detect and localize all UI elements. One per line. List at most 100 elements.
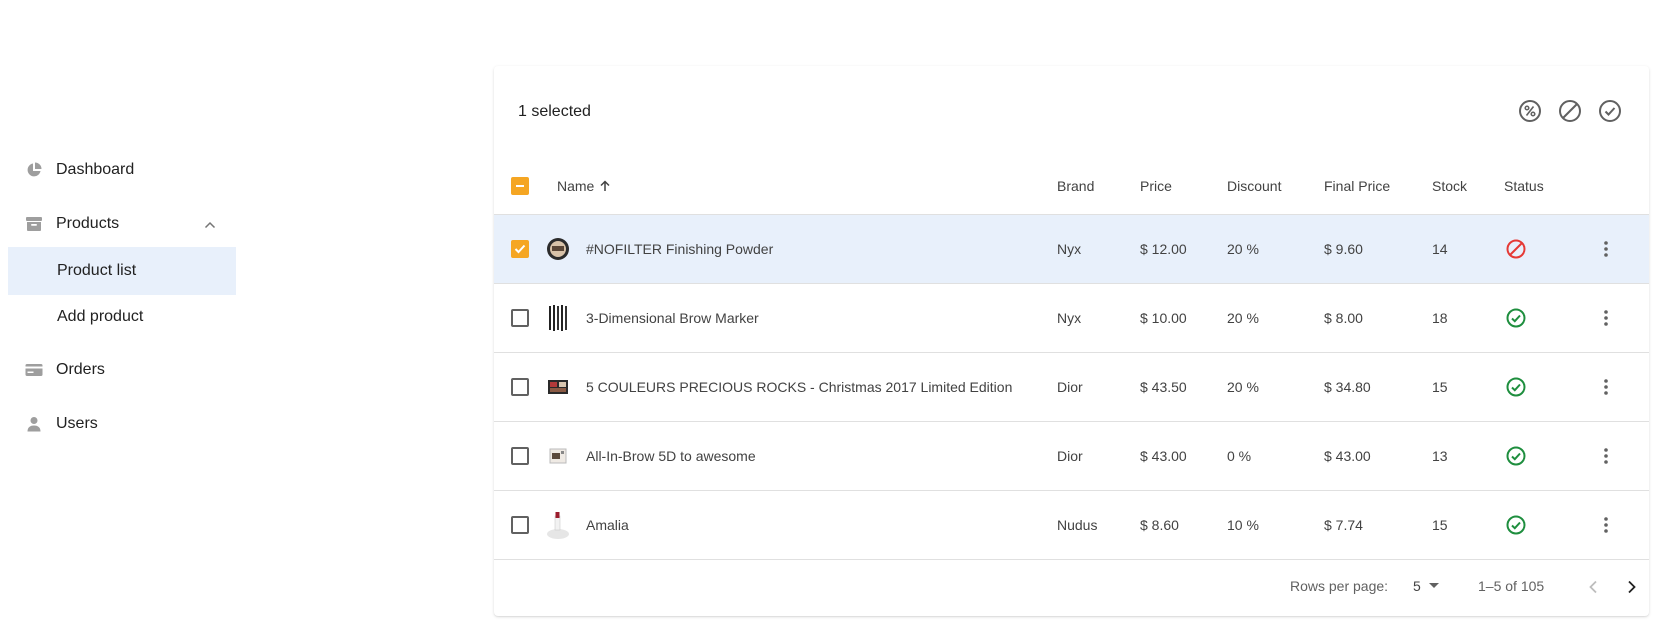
- sidebar-item-products[interactable]: Products: [8, 201, 236, 247]
- product-brand: Dior: [1057, 379, 1083, 395]
- product-discount: 20 %: [1227, 310, 1259, 326]
- product-name: 3-Dimensional Brow Marker: [586, 310, 759, 326]
- chevron-left-icon: [1588, 580, 1598, 594]
- product-price: $ 8.60: [1140, 517, 1179, 533]
- status-active-icon: [1506, 446, 1526, 466]
- table-row[interactable]: All-In-Brow 5D to awesome Dior $ 43.00 0…: [494, 422, 1649, 491]
- product-discount: 0 %: [1227, 448, 1252, 464]
- sidebar-item-label: Add product: [57, 308, 144, 325]
- column-header-stock[interactable]: Stock: [1432, 178, 1467, 194]
- table-row[interactable]: 5 COULEURS PRECIOUS ROCKS - Christmas 20…: [494, 353, 1649, 422]
- product-price: $ 12.00: [1140, 241, 1187, 257]
- product-thumbnail: [545, 234, 571, 264]
- product-stock: 15: [1432, 379, 1448, 395]
- more-vert-icon[interactable]: [1602, 308, 1610, 328]
- discount-percent-icon[interactable]: [1517, 98, 1543, 124]
- table-header: Name Brand Price Discount Final Price St…: [494, 158, 1649, 215]
- sort-arrow-up-icon: [598, 179, 612, 193]
- more-vert-icon[interactable]: [1602, 515, 1610, 535]
- sidebar-item-label: Orders: [56, 361, 105, 378]
- status-disabled-icon: [1506, 239, 1526, 259]
- pie-chart-icon: [25, 161, 43, 179]
- block-icon[interactable]: [1557, 98, 1583, 124]
- table-pagination: Rows per page: 5 1–5 of 105: [494, 560, 1649, 614]
- product-stock: 18: [1432, 310, 1448, 326]
- chevron-right-icon: [1627, 580, 1637, 594]
- product-discount: 10 %: [1227, 517, 1259, 533]
- product-price: $ 43.50: [1140, 379, 1187, 395]
- row-checkbox[interactable]: [511, 240, 529, 258]
- dropdown-arrow-icon: [1428, 583, 1439, 589]
- status-active-icon: [1506, 515, 1526, 535]
- product-thumbnail: [545, 372, 571, 402]
- product-final-price: $ 9.60: [1324, 241, 1363, 257]
- previous-page-button[interactable]: [1581, 575, 1605, 599]
- product-discount: 20 %: [1227, 241, 1259, 257]
- archive-box-icon: [25, 215, 43, 233]
- product-thumbnail: [545, 510, 571, 540]
- sidebar-item-label: Products: [56, 215, 120, 232]
- status-active-icon: [1506, 308, 1526, 328]
- product-thumbnail: [545, 303, 571, 333]
- product-table-card: 1 selected Name Brand Price Discount Fin…: [494, 66, 1649, 616]
- product-name: All-In-Brow 5D to awesome: [586, 448, 756, 464]
- row-checkbox[interactable]: [511, 516, 529, 534]
- product-name: Amalia: [586, 517, 629, 533]
- more-vert-icon[interactable]: [1602, 446, 1610, 466]
- product-brand: Nyx: [1057, 241, 1082, 257]
- person-icon: [25, 415, 43, 433]
- column-label: Name: [557, 178, 595, 194]
- product-name: 5 COULEURS PRECIOUS ROCKS - Christmas 20…: [586, 379, 1013, 395]
- column-header-brand[interactable]: Brand: [1057, 178, 1094, 194]
- check-circle-icon[interactable]: [1597, 98, 1623, 124]
- product-stock: 15: [1432, 517, 1448, 533]
- chevron-up-icon: [204, 216, 216, 234]
- product-brand: Dior: [1057, 448, 1083, 464]
- status-active-icon: [1506, 377, 1526, 397]
- table-row[interactable]: #NOFILTER Finishing Powder Nyx $ 12.00 2…: [494, 215, 1649, 284]
- column-header-name[interactable]: Name: [557, 178, 612, 194]
- row-checkbox[interactable]: [511, 309, 529, 327]
- row-checkbox[interactable]: [511, 447, 529, 465]
- product-brand: Nyx: [1057, 310, 1082, 326]
- product-final-price: $ 43.00: [1324, 448, 1371, 464]
- product-brand: Nudus: [1057, 517, 1098, 533]
- product-price: $ 43.00: [1140, 448, 1187, 464]
- product-stock: 14: [1432, 241, 1448, 257]
- table-row[interactable]: Amalia Nudus $ 8.60 10 % $ 7.74 15: [494, 491, 1649, 560]
- sidebar: Dashboard Products Product list Add prod…: [8, 147, 236, 447]
- column-header-final-price[interactable]: Final Price: [1324, 178, 1390, 194]
- sidebar-item-product-list[interactable]: Product list: [8, 247, 236, 295]
- rows-per-page-label: Rows per page:: [1290, 578, 1389, 594]
- pagination-range: 1–5 of 105: [1478, 578, 1545, 594]
- sidebar-item-label: Users: [56, 415, 98, 432]
- sidebar-item-label: Product list: [57, 262, 137, 279]
- next-page-button[interactable]: [1620, 575, 1644, 599]
- sidebar-item-users[interactable]: Users: [8, 401, 236, 447]
- sidebar-item-dashboard[interactable]: Dashboard: [8, 147, 236, 193]
- table-toolbar: 1 selected: [494, 66, 1649, 158]
- rows-per-page-value: 5: [1413, 578, 1421, 594]
- selected-count: 1 selected: [518, 103, 591, 120]
- product-final-price: $ 7.74: [1324, 517, 1363, 533]
- product-stock: 13: [1432, 448, 1448, 464]
- select-all-checkbox[interactable]: [511, 177, 529, 195]
- product-final-price: $ 34.80: [1324, 379, 1371, 395]
- product-discount: 20 %: [1227, 379, 1259, 395]
- credit-card-icon: [25, 361, 43, 379]
- rows-per-page-select[interactable]: 5: [1413, 578, 1439, 594]
- sidebar-item-add-product[interactable]: Add product: [8, 295, 236, 339]
- column-header-price[interactable]: Price: [1140, 178, 1172, 194]
- column-header-discount[interactable]: Discount: [1227, 178, 1281, 194]
- product-final-price: $ 8.00: [1324, 310, 1363, 326]
- sidebar-item-label: Dashboard: [56, 161, 135, 178]
- column-header-status[interactable]: Status: [1504, 178, 1544, 194]
- product-thumbnail: [545, 441, 571, 471]
- more-vert-icon[interactable]: [1602, 239, 1610, 259]
- sidebar-item-orders[interactable]: Orders: [8, 347, 236, 393]
- bulk-actions: [1517, 98, 1623, 124]
- table-row[interactable]: 3-Dimensional Brow Marker Nyx $ 10.00 20…: [494, 284, 1649, 353]
- product-price: $ 10.00: [1140, 310, 1187, 326]
- row-checkbox[interactable]: [511, 378, 529, 396]
- more-vert-icon[interactable]: [1602, 377, 1610, 397]
